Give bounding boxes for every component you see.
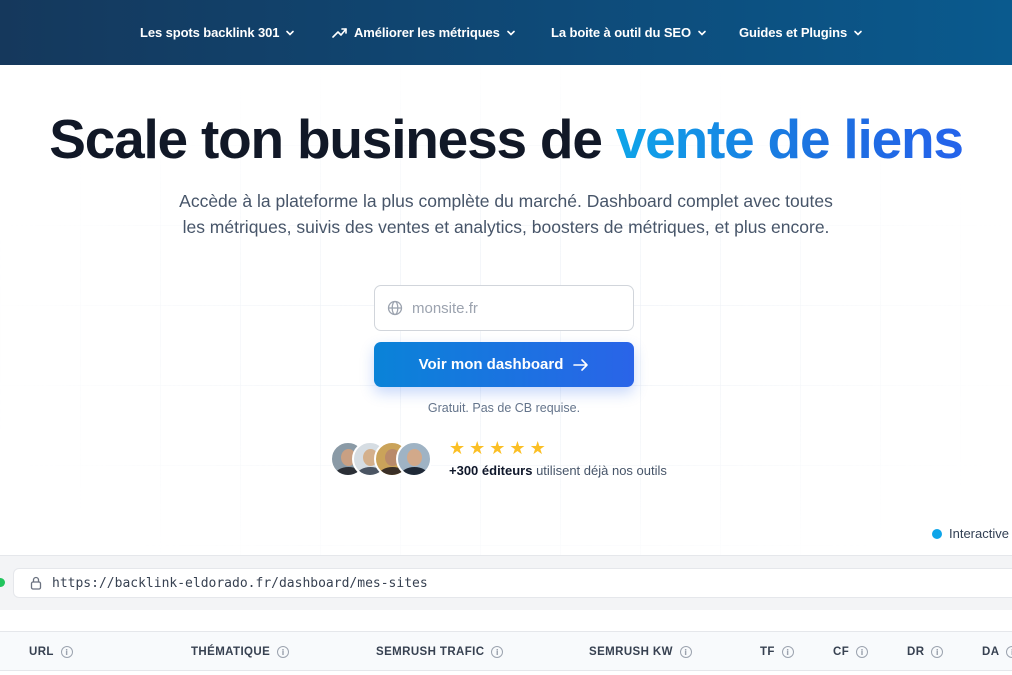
info-icon[interactable]: i bbox=[60, 646, 73, 658]
column-label: TF bbox=[760, 646, 775, 658]
url-text: https://backlink-eldorado.fr/dashboard/m… bbox=[52, 575, 428, 591]
nav-item-guides-plugins[interactable]: Guides et Plugins bbox=[739, 0, 863, 65]
column-label: CF bbox=[833, 646, 850, 658]
star-icon: ★ bbox=[449, 438, 466, 458]
interactive-badge: Interactive bbox=[932, 526, 1009, 541]
column-label: DR bbox=[907, 646, 925, 658]
trending-up-icon bbox=[332, 27, 347, 38]
column-header-cf[interactable]: CF i bbox=[833, 632, 869, 672]
column-header-url[interactable]: URL i bbox=[29, 632, 73, 672]
hero-subtitle-line2: les métriques, suivis des ventes et anal… bbox=[182, 217, 830, 237]
view-dashboard-label: Voir mon dashboard bbox=[418, 356, 564, 373]
column-label: THÉMATIQUE bbox=[191, 646, 271, 658]
hero-title-main: Scale ton business de bbox=[49, 108, 616, 170]
nav-item-label: Les spots backlink 301 bbox=[140, 25, 280, 40]
chevron-down-icon bbox=[854, 30, 862, 36]
column-label: SEMRUSH TRAFIC bbox=[376, 646, 485, 658]
nav-item-label: Améliorer les métriques bbox=[354, 25, 500, 40]
nav-item-spots-backlink[interactable]: Les spots backlink 301 bbox=[140, 0, 295, 65]
info-icon[interactable]: i bbox=[1006, 646, 1012, 658]
nav-item-boite-outil-seo[interactable]: La boite à outil du SEO bbox=[551, 0, 707, 65]
column-header-semrush-kw[interactable]: SEMRUSH KW i bbox=[589, 632, 692, 672]
site-url-input[interactable] bbox=[412, 299, 612, 317]
nav-item-label: La boite à outil du SEO bbox=[551, 25, 691, 40]
column-header-tf[interactable]: TF i bbox=[760, 632, 794, 672]
star-icon: ★ bbox=[469, 438, 486, 458]
column-header-thematique[interactable]: THÉMATIQUE i bbox=[191, 632, 290, 672]
info-icon[interactable]: i bbox=[277, 646, 290, 658]
globe-icon bbox=[387, 300, 403, 316]
column-label: DA bbox=[982, 646, 1000, 658]
hero-title: Scale ton business de vente de liens bbox=[0, 104, 1012, 174]
lock-icon bbox=[30, 576, 42, 590]
rating-stars: ★ ★ ★ ★ ★ bbox=[449, 438, 546, 458]
info-icon[interactable]: i bbox=[491, 646, 504, 658]
hero-subtitle: Accède à la plateforme la plus complète … bbox=[130, 188, 882, 240]
star-icon: ★ bbox=[489, 438, 506, 458]
star-icon: ★ bbox=[509, 438, 526, 458]
info-icon[interactable]: i bbox=[679, 646, 692, 658]
arrow-right-icon bbox=[573, 358, 589, 371]
chevron-down-icon bbox=[507, 30, 515, 36]
social-proof-text: +300 éditeurs utilisent déjà nos outils bbox=[449, 463, 667, 478]
column-label: SEMRUSH KW bbox=[589, 646, 673, 658]
column-header-da[interactable]: DA i bbox=[982, 632, 1012, 672]
hero-subtitle-line1: Accède à la plateforme la plus complète … bbox=[179, 191, 833, 211]
free-note: Gratuit. Pas de CB requise. bbox=[427, 401, 581, 415]
interactive-label: Interactive bbox=[949, 526, 1009, 541]
info-icon[interactable]: i bbox=[856, 646, 869, 658]
hero-title-accent: vente de liens bbox=[615, 108, 964, 170]
chevron-down-icon bbox=[286, 30, 295, 36]
nav-item-label: Guides et Plugins bbox=[739, 25, 848, 40]
status-dot-icon bbox=[932, 528, 942, 539]
window-dot-icon bbox=[0, 578, 5, 587]
publisher-count: +300 éditeurs bbox=[449, 463, 533, 478]
info-icon[interactable]: i bbox=[931, 646, 944, 658]
site-url-field[interactable] bbox=[374, 285, 634, 331]
column-header-dr[interactable]: DR i bbox=[907, 632, 944, 672]
table-header: URL i THÉMATIQUE i SEMRUSH TRAFIC i SEMR… bbox=[0, 631, 1012, 671]
view-dashboard-button[interactable]: Voir mon dashboard bbox=[374, 342, 634, 387]
social-proof-suffix: utilisent déjà nos outils bbox=[532, 463, 667, 478]
chevron-down-icon bbox=[698, 30, 706, 36]
avatar bbox=[396, 441, 432, 477]
address-bar[interactable]: https://backlink-eldorado.fr/dashboard/m… bbox=[13, 568, 1012, 598]
top-navigation: Les spots backlink 301 Améliorer les mét… bbox=[0, 0, 1012, 65]
column-header-semrush-trafic[interactable]: SEMRUSH TRAFIC i bbox=[376, 632, 504, 672]
star-icon: ★ bbox=[529, 438, 546, 458]
info-icon[interactable]: i bbox=[781, 646, 794, 658]
avatar-group bbox=[330, 441, 434, 479]
browser-toolbar: https://backlink-eldorado.fr/dashboard/m… bbox=[0, 555, 1012, 610]
column-label: URL bbox=[29, 646, 54, 658]
nav-item-ameliorer-metriques[interactable]: Améliorer les métriques bbox=[332, 0, 516, 65]
